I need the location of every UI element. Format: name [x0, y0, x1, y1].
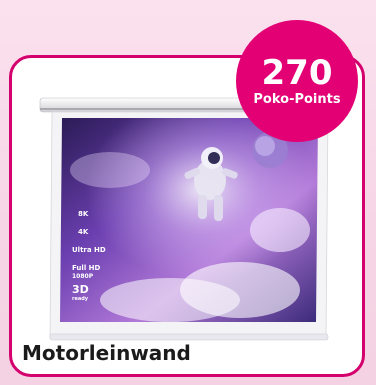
product-title: Motorleinwand [22, 341, 191, 365]
points-label: Poko-Points [253, 91, 341, 107]
spec-fullhd: Full HD [72, 264, 101, 272]
spec-uhd: Ultra HD [72, 246, 106, 254]
spec-1080p: 1080P [72, 273, 94, 280]
points-badge: 270 Poko-Points [236, 20, 358, 142]
spec-3d: 3D [72, 283, 89, 296]
points-value: 270 [261, 52, 333, 93]
spec-3d-sub: ready [72, 296, 89, 302]
spec-8k: 8K [78, 210, 89, 218]
spec-4k: 4K [78, 228, 89, 236]
